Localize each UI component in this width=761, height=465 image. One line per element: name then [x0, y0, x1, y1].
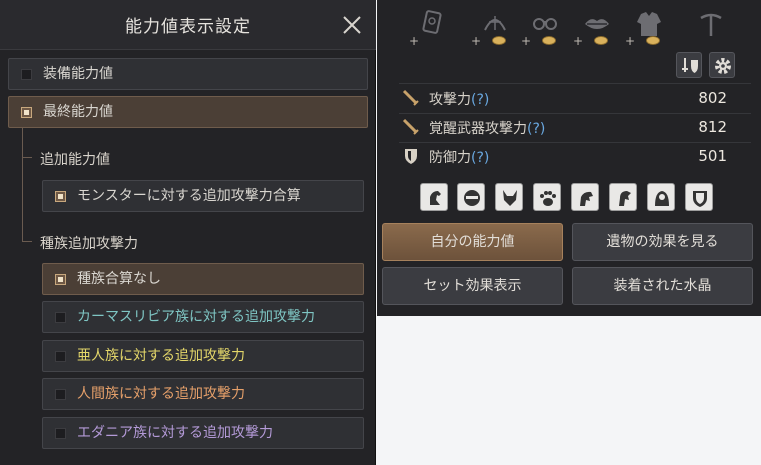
add-icon: + — [625, 34, 636, 48]
awakening-sword-icon — [402, 118, 419, 135]
option-label: カーマスリビア族に対する追加攻撃力 — [77, 309, 315, 325]
horse-icon — [430, 191, 441, 205]
shield-icon — [693, 191, 707, 207]
category-button-beast[interactable] — [609, 183, 637, 211]
equip-slot-pickaxe[interactable] — [695, 10, 727, 44]
shield-icon — [405, 149, 417, 164]
panel-title-bar: 能力値表示設定 — [0, 0, 376, 50]
tree-line — [22, 241, 32, 242]
equip-slot-armor[interactable]: + — [625, 10, 665, 48]
show-set-effects-button[interactable]: セット効果表示 — [382, 267, 563, 305]
category-button-mask[interactable] — [457, 183, 485, 211]
gem-icon — [647, 37, 659, 44]
gem-icon — [595, 37, 607, 44]
gem-icon — [493, 37, 505, 44]
stat-row-defense: 防御力(?) 501 — [399, 143, 751, 171]
my-stats-button[interactable]: 自分の能力値 — [382, 223, 563, 261]
option-human[interactable]: 人間族に対する追加攻撃力 — [42, 378, 364, 410]
equip-slot-handcuff[interactable]: + — [521, 10, 561, 48]
stat-value: 802 — [698, 89, 727, 107]
category-button-paw[interactable] — [533, 183, 561, 211]
checkbox[interactable] — [55, 428, 66, 439]
stat-name: 防御力 — [429, 150, 471, 166]
help-link[interactable]: (?) — [471, 92, 489, 108]
gem-icon — [543, 37, 555, 44]
checkbox[interactable] — [55, 191, 66, 202]
panel-title: 能力値表示設定 — [125, 17, 251, 37]
option-label: 装備能力値 — [43, 66, 113, 82]
gear-icon — [715, 58, 731, 74]
divider — [399, 83, 751, 84]
checkbox[interactable] — [21, 69, 32, 80]
handcuff-icon — [533, 18, 557, 30]
weapon-toggle-button[interactable] — [676, 52, 702, 78]
stat-display-settings-panel: 能力値表示設定 装備能力値 最終能力値 追加能力値 モンスターに対する追加攻撃力… — [0, 0, 376, 465]
checkbox[interactable] — [55, 389, 66, 400]
add-icon: + — [409, 34, 420, 48]
equipped-crystals-button[interactable]: 装着された水晶 — [572, 267, 753, 305]
armor-icon — [637, 12, 661, 36]
option-monster-attack-sum[interactable]: モンスターに対する追加攻撃力合算 — [42, 180, 364, 212]
option-label: 人間族に対する追加攻撃力 — [77, 386, 245, 402]
option-label: 亜人族に対する追加攻撃力 — [77, 348, 245, 364]
add-icon: + — [573, 34, 584, 48]
character-stats-panel: + + + + + 攻撃力(?) 802 覚醒武器攻撃力(?) 812 防御力(… — [377, 0, 761, 316]
settings-button[interactable] — [709, 52, 735, 78]
stat-name: 攻撃力 — [429, 92, 471, 108]
checkbox[interactable] — [55, 351, 66, 362]
checkbox[interactable] — [55, 312, 66, 323]
tree-line — [22, 128, 23, 242]
option-race-none[interactable]: 種族合算なし — [42, 263, 364, 295]
mask-icon — [464, 190, 480, 206]
tablet-icon — [422, 10, 442, 34]
lantern-icon — [484, 16, 506, 31]
sword-shield-icon — [682, 58, 698, 73]
demon-icon — [503, 190, 517, 206]
category-button-demon[interactable] — [495, 183, 523, 211]
option-demihuman[interactable]: 亜人族に対する追加攻撃力 — [42, 340, 364, 372]
stat-value: 501 — [698, 147, 727, 165]
pickaxe-icon — [700, 13, 722, 36]
hooded-figure-icon — [655, 191, 669, 206]
equip-slot-lantern[interactable]: + — [471, 10, 511, 48]
sword-icon — [402, 89, 419, 106]
category-button-hooded[interactable] — [647, 183, 675, 211]
option-label: 最終能力値 — [43, 104, 113, 120]
checkbox[interactable] — [55, 274, 66, 285]
add-icon: + — [471, 34, 482, 48]
beast-icon — [619, 191, 631, 206]
option-label: モンスターに対する追加攻撃力合算 — [77, 188, 301, 204]
option-edania[interactable]: エダニア族に対する追加攻撃力 — [42, 417, 364, 449]
category-button-shield[interactable] — [685, 183, 713, 211]
option-label: エダニア族に対する追加攻撃力 — [77, 425, 273, 441]
race-attack-label: 種族追加攻撃力 — [40, 236, 138, 252]
checkbox[interactable] — [21, 107, 32, 118]
category-button-horse[interactable] — [420, 183, 448, 211]
view-relic-effects-button[interactable]: 遺物の効果を見る — [572, 223, 753, 261]
additional-stats-label: 追加能力値 — [40, 152, 110, 168]
close-icon[interactable] — [340, 13, 364, 37]
equip-slot-tablet[interactable]: + — [409, 10, 449, 48]
category-button-knight[interactable] — [571, 183, 599, 211]
stat-value: 812 — [698, 118, 727, 136]
help-link[interactable]: (?) — [471, 150, 489, 166]
option-equip-stats[interactable]: 装備能力値 — [8, 58, 368, 90]
stat-row-awakening-attack: 覚醒武器攻撃力(?) 812 — [399, 114, 751, 142]
equip-slot-lips[interactable]: + — [573, 10, 613, 48]
stat-name: 覚醒武器攻撃力 — [429, 121, 527, 137]
option-label: 種族合算なし — [77, 271, 161, 287]
stat-row-attack: 攻撃力(?) 802 — [399, 85, 751, 113]
knight-icon — [580, 191, 593, 206]
paw-icon — [540, 191, 556, 206]
add-icon: + — [521, 34, 532, 48]
option-final-stats[interactable]: 最終能力値 — [8, 96, 368, 128]
help-link[interactable]: (?) — [527, 121, 545, 137]
tree-line — [22, 157, 32, 158]
lips-icon — [585, 19, 609, 29]
option-kamasylvia[interactable]: カーマスリビア族に対する追加攻撃力 — [42, 301, 364, 333]
